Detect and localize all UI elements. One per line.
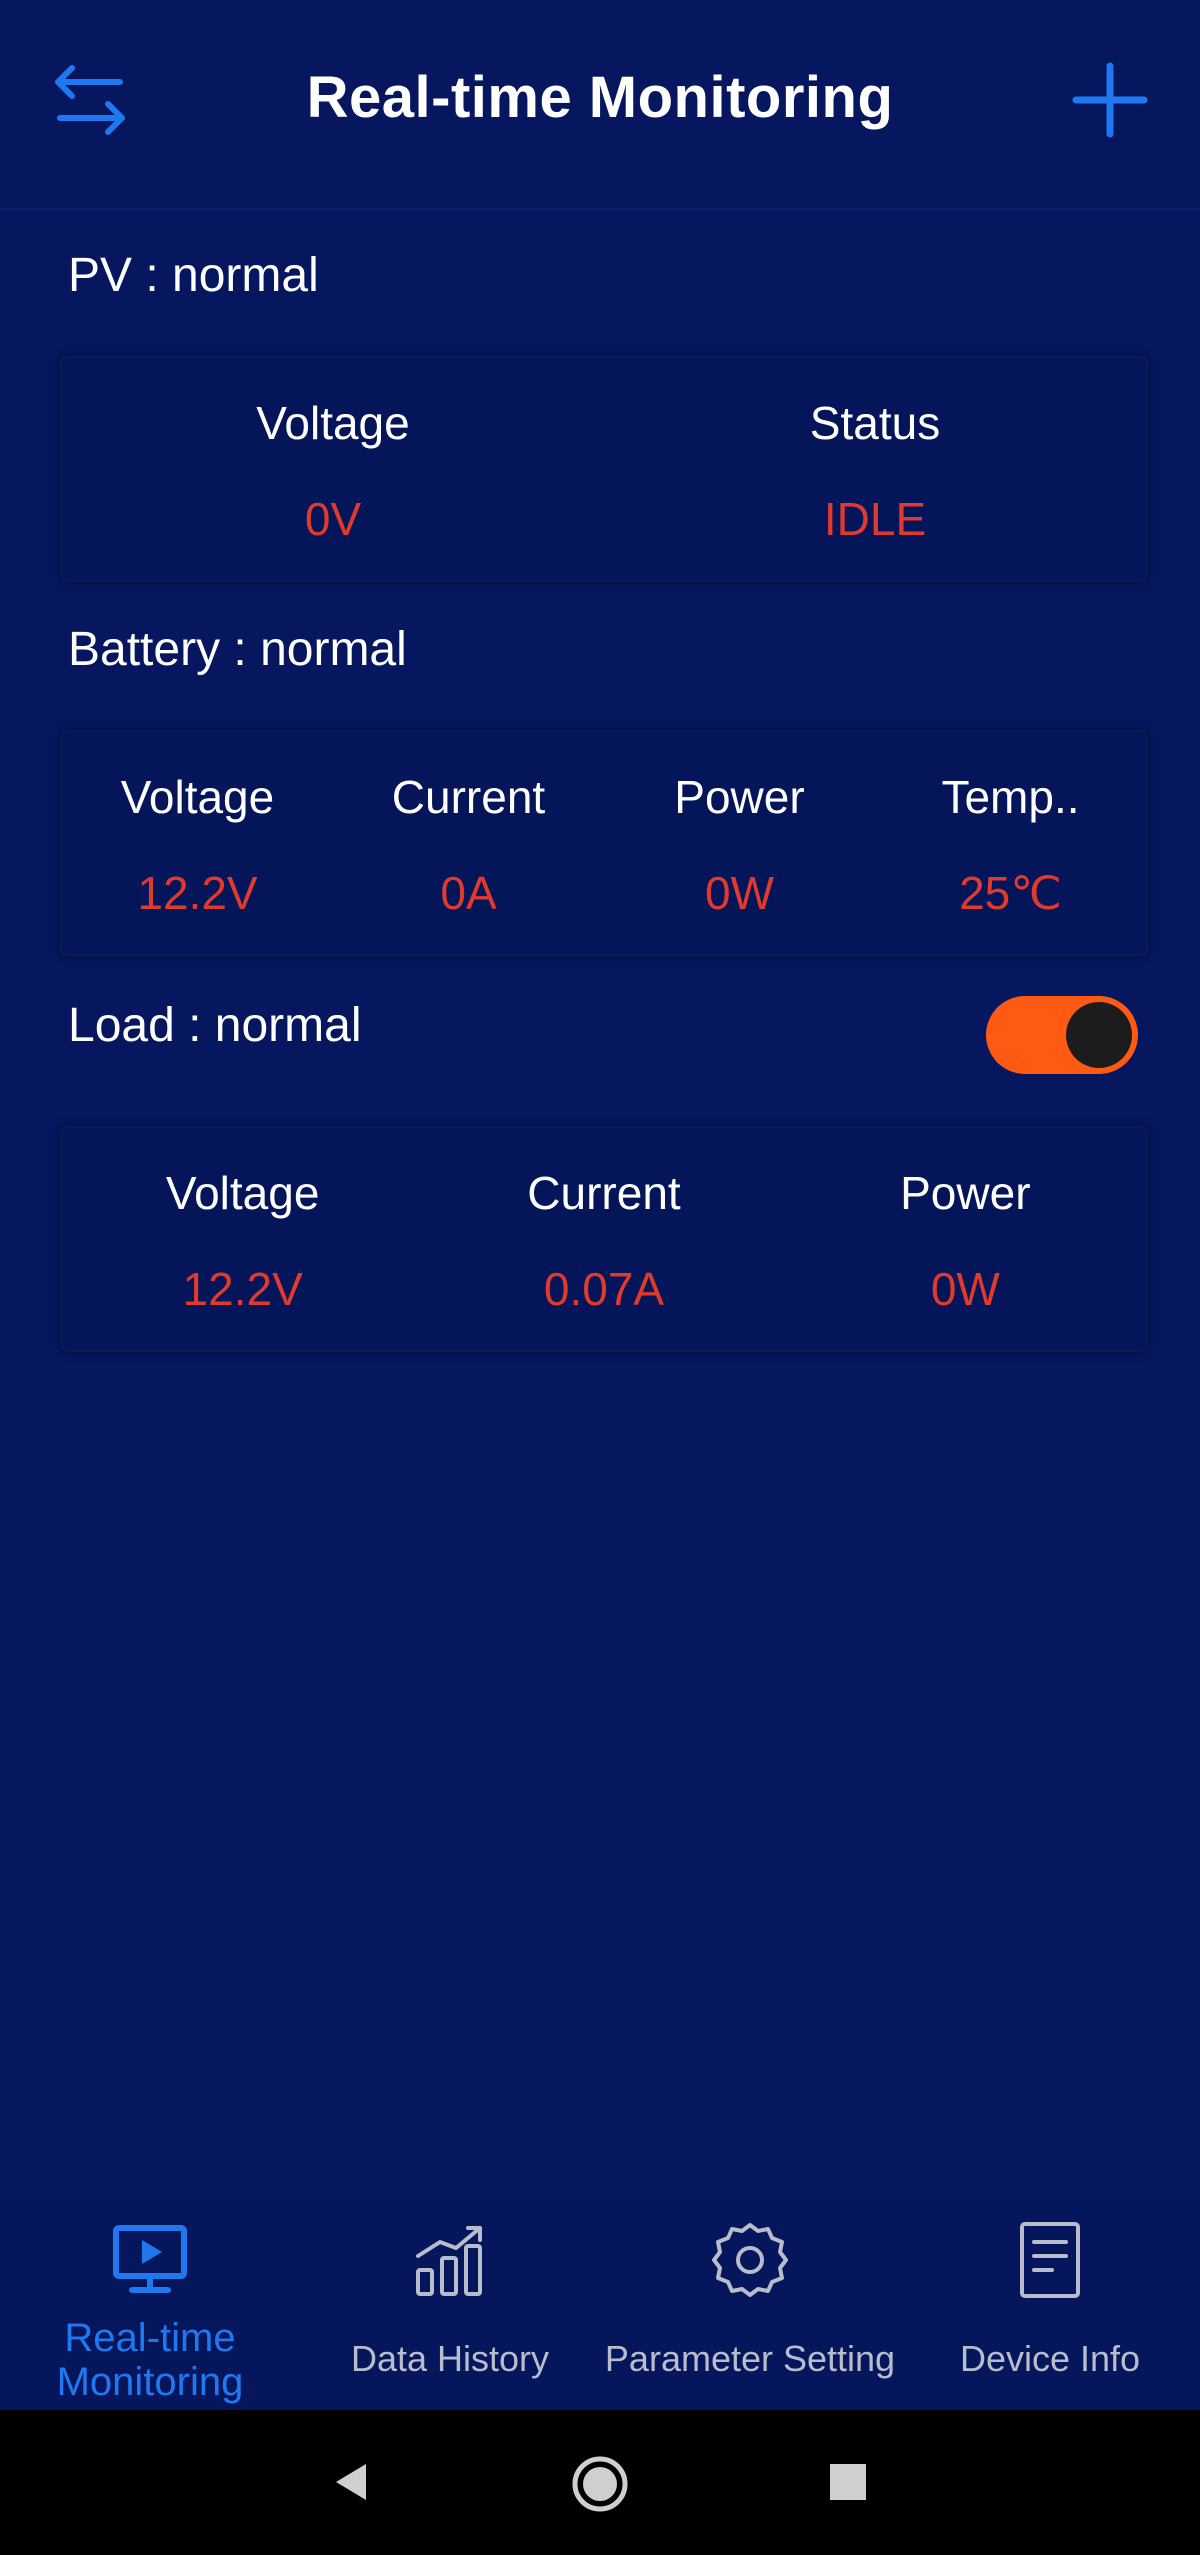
- battery-temp-cell: Temp.. 25℃: [875, 732, 1146, 954]
- top-app-bar: Real-time Monitoring: [0, 0, 1200, 210]
- plus-icon[interactable]: [1060, 50, 1160, 150]
- battery-card: Voltage 12.2V Current 0A Power 0W Temp..…: [60, 730, 1148, 956]
- battery-temp-label: Temp..: [941, 771, 1080, 823]
- tab-data-history[interactable]: Data History: [300, 2200, 600, 2410]
- pv-voltage-value: 0V: [304, 493, 362, 545]
- pv-voltage-cell: Voltage 0V: [62, 358, 604, 580]
- pv-voltage-label: Voltage: [256, 397, 410, 449]
- load-status-label: Load : normal: [68, 999, 362, 1052]
- battery-power-cell: Power 0W: [604, 732, 875, 954]
- battery-power-value: 0W: [705, 867, 774, 919]
- tab-device-info[interactable]: Device Info: [900, 2200, 1200, 2410]
- load-voltage-value: 12.2V: [182, 1263, 303, 1315]
- battery-voltage-value: 12.2V: [137, 867, 258, 919]
- load-current-cell: Current 0.07A: [423, 1128, 784, 1350]
- battery-current-cell: Current 0A: [333, 732, 604, 954]
- pv-status-value: IDLE: [823, 493, 927, 545]
- page-title: Real-time Monitoring: [306, 65, 894, 130]
- pv-status-label: PV : normal: [68, 249, 319, 302]
- bar-chart-icon: [410, 2220, 490, 2305]
- toggle-knob: [1066, 1002, 1132, 1068]
- tab-label-device-info: Device Info: [959, 2338, 1141, 2379]
- tab-label-parameter-setting: Parameter Setting: [604, 2338, 896, 2379]
- battery-power-label: Power: [674, 771, 805, 823]
- document-icon: [1010, 2220, 1090, 2305]
- load-voltage-label: Voltage: [165, 1167, 320, 1219]
- back-triangle-icon[interactable]: [320, 2450, 384, 2519]
- tab-realtime-monitoring[interactable]: Real-time Monitoring: [0, 2200, 300, 2410]
- pv-status-cell: Status IDLE: [604, 358, 1146, 580]
- monitor-play-icon: [110, 2220, 190, 2305]
- battery-status-label: Battery : normal: [68, 623, 407, 676]
- recents-square-icon[interactable]: [816, 2450, 880, 2519]
- load-toggle-switch[interactable]: [986, 996, 1138, 1074]
- tab-label-data-history: Data History: [350, 2338, 550, 2379]
- battery-current-value: 0A: [440, 867, 497, 919]
- load-power-value: 0W: [930, 1263, 1000, 1315]
- load-power-label: Power: [900, 1167, 1031, 1219]
- system-navigation-bar: [0, 2410, 1200, 2555]
- tab-parameter-setting[interactable]: Parameter Setting: [600, 2200, 900, 2410]
- battery-current-label: Current: [391, 771, 546, 823]
- bottom-tab-bar: Real-time Monitoring Data History Paramet…: [0, 2200, 1200, 2410]
- home-circle-icon[interactable]: [566, 2450, 634, 2523]
- load-voltage-cell: Voltage 12.2V: [62, 1128, 423, 1350]
- load-power-cell: Power 0W: [785, 1128, 1146, 1350]
- load-card: Voltage 12.2V Current 0.07A Power 0W: [60, 1126, 1148, 1352]
- load-current-value: 0.07A: [543, 1263, 665, 1315]
- pv-card: Voltage 0V Status IDLE: [60, 356, 1148, 582]
- pv-status-metric-label: Status: [809, 397, 941, 449]
- gear-icon: [710, 2220, 790, 2305]
- tab-label-realtime-monitoring: Real-time Monitoring: [56, 2316, 244, 2404]
- battery-temp-value: 25℃: [959, 867, 1062, 919]
- load-current-label: Current: [527, 1167, 681, 1219]
- battery-voltage-cell: Voltage 12.2V: [62, 732, 333, 954]
- battery-voltage-label: Voltage: [120, 771, 275, 823]
